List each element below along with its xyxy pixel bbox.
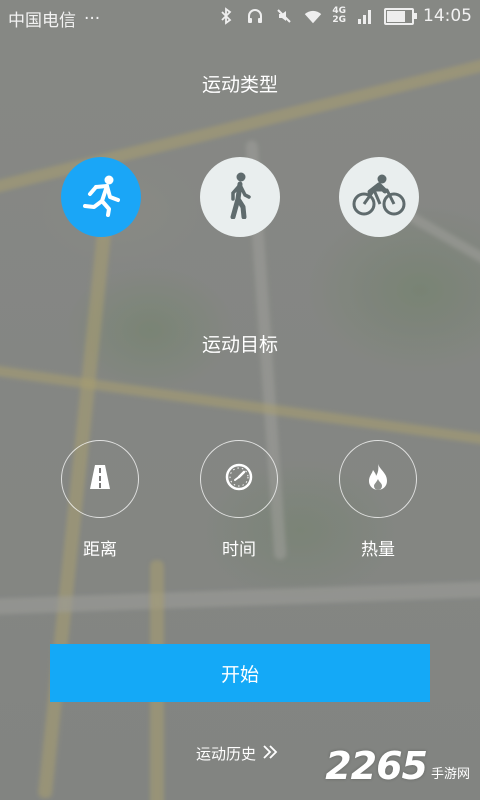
calorie-goal-label: 热量 — [361, 540, 395, 560]
bluetooth-icon — [216, 6, 236, 26]
carrier-label: 中国电信 — [8, 11, 76, 31]
time-goal-label: 时间 — [222, 540, 256, 560]
cycling-button[interactable] — [339, 157, 419, 237]
battery-icon — [384, 7, 417, 25]
walking-button[interactable] — [200, 157, 280, 237]
watermark-number: 2265 — [325, 744, 428, 788]
walking-icon — [220, 171, 260, 223]
cycling-icon — [352, 173, 406, 221]
distance-goal-label: 距离 — [83, 540, 117, 560]
wifi-icon — [303, 6, 323, 26]
history-link[interactable]: 运动历史 — [196, 743, 278, 764]
flame-icon — [366, 463, 390, 495]
sport-type-title: 运动类型 — [201, 74, 278, 96]
road-icon — [87, 464, 113, 494]
goal-title: 运动目标 — [201, 334, 278, 356]
clock-time: 14:05 — [423, 6, 472, 26]
watermark-text: 手游网 — [430, 767, 470, 782]
distance-goal-button[interactable] — [61, 440, 139, 518]
chevron-right-icon — [262, 744, 278, 764]
running-icon — [79, 173, 123, 221]
mute-icon — [274, 6, 294, 26]
signal-icon — [355, 6, 375, 26]
history-label: 运动历史 — [196, 745, 257, 763]
start-button[interactable]: 开始 — [50, 644, 430, 702]
network-type: 4G 2G — [332, 6, 346, 25]
headphones-icon — [245, 6, 265, 26]
calorie-goal-button[interactable] — [339, 440, 417, 518]
status-bar: 中国电信 ··· 4G 2G 14:05 — [0, 0, 480, 33]
clock-icon — [225, 463, 253, 495]
time-goal-button[interactable] — [200, 440, 278, 518]
watermark: 2265 手游网 — [325, 744, 470, 788]
more-notifications-icon: ··· — [84, 8, 101, 29]
running-button[interactable] — [61, 157, 141, 237]
